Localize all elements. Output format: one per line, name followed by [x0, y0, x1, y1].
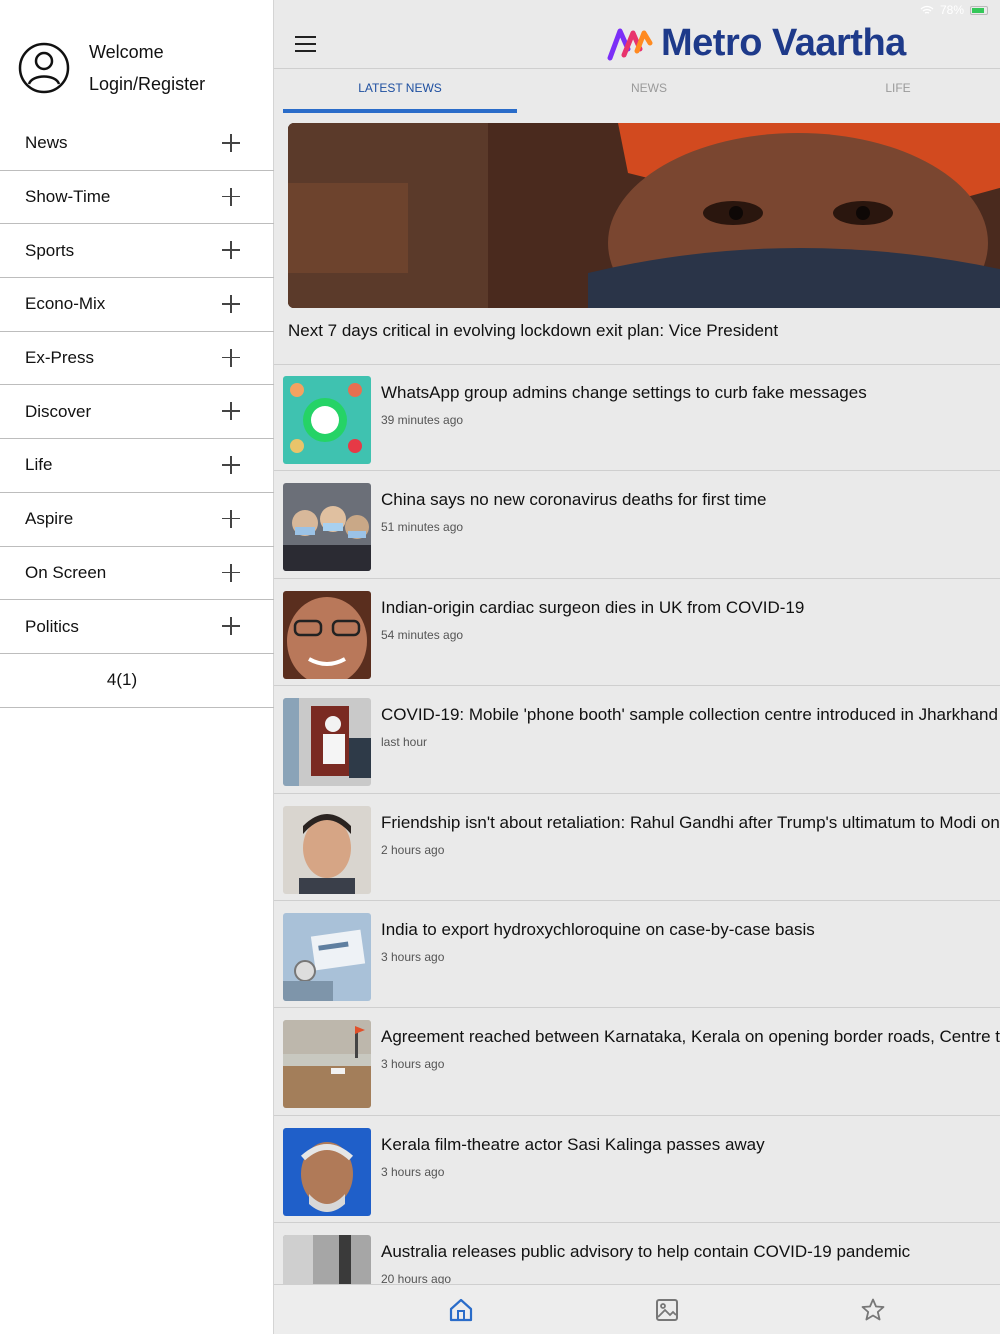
hamburger-icon[interactable] [295, 36, 316, 52]
plus-icon[interactable] [222, 295, 240, 314]
sidebar-item-label: Life [25, 455, 53, 475]
user-icon[interactable] [18, 42, 70, 94]
article-time: 3 hours ago [381, 1057, 445, 1072]
tab-news[interactable]: NEWS [532, 81, 766, 95]
article-thumbnail [283, 805, 371, 894]
star-icon[interactable] [860, 1297, 886, 1323]
article-title: Indian-origin cardiac surgeon dies in UK… [381, 597, 805, 617]
sidebar-item-discover[interactable]: Discover [0, 385, 274, 440]
list-item[interactable]: Kerala film-theatre actor Sasi Kalinga p… [274, 1116, 1000, 1224]
profile-section[interactable]: Welcome Login/Register [0, 0, 274, 117]
sidebar-item-label: Sports [25, 240, 75, 260]
plus-icon[interactable] [222, 187, 240, 206]
list-item[interactable]: Agreement reached between Karnataka, Ker… [274, 1008, 1000, 1116]
welcome-text: Welcome [89, 42, 164, 62]
brand-logo[interactable]: Metro Vaartha [607, 20, 906, 66]
main-panel: 78% Metro Vaartha LATEST NEWS NEWS LIFE [274, 0, 1000, 1334]
home-icon[interactable] [448, 1297, 474, 1323]
sidebar-counter[interactable]: 4(1) [0, 654, 274, 708]
login-register-link[interactable]: Login/Register [89, 74, 205, 95]
plus-icon[interactable] [222, 456, 240, 475]
hero-photo [288, 123, 1000, 308]
plus-icon[interactable] [222, 241, 240, 260]
list-item[interactable]: Australia releases public advisory to he… [274, 1223, 1000, 1284]
list-item[interactable]: China says no new coronavirus deaths for… [274, 471, 1000, 579]
article-title: Australia releases public advisory to he… [381, 1242, 911, 1262]
article-time: last hour [381, 735, 428, 750]
gallery-icon[interactable] [654, 1297, 680, 1323]
list-item[interactable]: WhatsApp group admins change settings to… [274, 364, 1000, 472]
article-time: 2 hours ago [381, 842, 445, 857]
plus-icon[interactable] [222, 402, 240, 421]
sidebar-item-ex-press[interactable]: Ex-Press [0, 332, 274, 386]
sidebar-item-label: News [25, 133, 68, 153]
category-tabs: LATEST NEWS NEWS LIFE [274, 69, 1000, 113]
article-title: Kerala film-theatre actor Sasi Kalinga p… [381, 1134, 765, 1154]
article-time: 3 hours ago [381, 950, 445, 964]
sidebar-item-label: On Screen [25, 562, 107, 582]
article-time: 39 minutes ago [381, 413, 464, 427]
article-title: COVID-19: Mobile 'phone booth' sample co… [381, 705, 998, 725]
news-feed[interactable]: Next 7 days critical in evolving lockdow… [274, 113, 1000, 1284]
sidebar-item-label: Show-Time [25, 187, 111, 207]
article-thumbnail [283, 1235, 371, 1284]
sidebar-item-life[interactable]: Life [0, 439, 274, 493]
list-item[interactable]: Friendship isn't about retaliation: Rahu… [274, 794, 1000, 901]
app-header: Metro Vaartha [274, 0, 1000, 69]
sidebar-item-aspire[interactable]: Aspire [0, 493, 274, 547]
article-thumbnail [283, 698, 371, 787]
hero-headline[interactable]: Next 7 days critical in evolving lockdow… [288, 321, 778, 341]
sidebar-item-politics[interactable]: Politics [0, 600, 274, 654]
article-time: 54 minutes ago [381, 627, 464, 642]
brand-name: Metro Vaartha [661, 21, 906, 64]
article-thumbnail [283, 483, 371, 572]
plus-icon[interactable] [222, 348, 240, 367]
plus-icon[interactable] [222, 617, 240, 636]
article-thumbnail [283, 1020, 371, 1109]
tab-life[interactable]: LIFE [781, 81, 1000, 95]
sidebar: Welcome Login/Register News Show-Time Sp… [0, 0, 274, 1334]
bottom-navigation [274, 1284, 1000, 1334]
article-title: India to export hydroxychloroquine on ca… [381, 920, 815, 939]
sidebar-item-label: Ex-Press [25, 348, 94, 368]
article-time: 3 hours ago [381, 1164, 445, 1179]
article-title: Agreement reached between Karnataka, Ker… [381, 1027, 1000, 1047]
article-thumbnail [283, 1127, 371, 1216]
tab-latest-news[interactable]: LATEST NEWS [283, 81, 517, 95]
article-title: WhatsApp group admins change settings to… [381, 383, 867, 402]
sidebar-item-label: Econo-Mix [25, 294, 106, 314]
sidebar-item-label: Politics [25, 616, 79, 636]
sidebar-item-label: Discover [25, 401, 92, 421]
sidebar-menu: News Show-Time Sports Econo-Mix Ex-Press… [0, 117, 274, 708]
plus-icon[interactable] [222, 509, 240, 528]
sidebar-item-news[interactable]: News [0, 117, 274, 171]
article-thumbnail [283, 913, 371, 1001]
hero-image[interactable] [288, 123, 1000, 308]
plus-icon[interactable] [222, 134, 240, 152]
sidebar-item-sports[interactable]: Sports [0, 224, 274, 279]
article-time: 20 hours ago [381, 1272, 452, 1284]
plus-icon[interactable] [222, 563, 240, 582]
list-item[interactable]: COVID-19: Mobile 'phone booth' sample co… [274, 686, 1000, 794]
article-thumbnail [283, 590, 371, 679]
metro-vaartha-logo-icon [607, 28, 653, 61]
sidebar-item-label: Aspire [25, 509, 74, 529]
sidebar-item-show-time[interactable]: Show-Time [0, 171, 274, 225]
list-item[interactable]: India to export hydroxychloroquine on ca… [274, 901, 1000, 1009]
article-time: 51 minutes ago [381, 520, 464, 535]
article-title: Friendship isn't about retaliation: Rahu… [381, 812, 1000, 832]
sidebar-item-econo-mix[interactable]: Econo-Mix [0, 278, 274, 332]
sidebar-item-on-screen[interactable]: On Screen [0, 547, 274, 601]
list-item[interactable]: Indian-origin cardiac surgeon dies in UK… [274, 579, 1000, 687]
article-thumbnail [283, 376, 371, 464]
article-title: China says no new coronavirus deaths for… [381, 490, 767, 510]
